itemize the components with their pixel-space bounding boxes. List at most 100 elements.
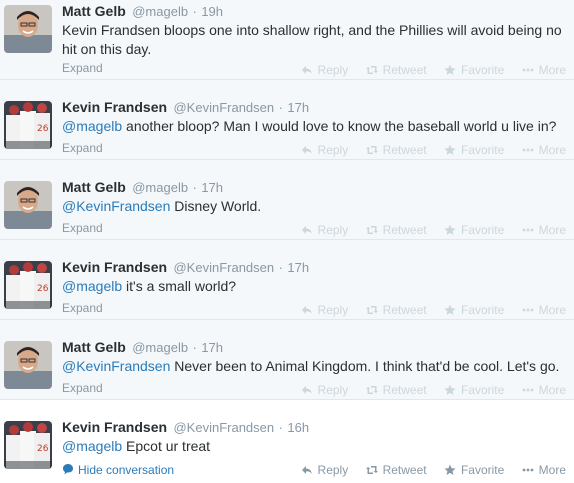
screen-name[interactable]: @magelb	[132, 4, 188, 19]
retweet-icon	[365, 144, 378, 156]
screen-name[interactable]: @magelb	[132, 340, 188, 355]
tweet-text: @magelb Epcot ur treat	[62, 437, 567, 456]
timestamp[interactable]: 16h	[287, 420, 309, 435]
favorite-button[interactable]: Favorite	[444, 382, 504, 398]
tweet-body: Never been to Animal Kingdom. I think th…	[170, 358, 560, 374]
retweet-button[interactable]: Retweet	[365, 302, 427, 318]
tweet[interactable]: 26 Kevin Frandsen @KevinFrandsen · 17h @…	[0, 240, 574, 320]
reply-arrow-icon	[301, 464, 313, 476]
fullname[interactable]: Kevin Frandsen	[62, 259, 167, 275]
tweet-body: Disney World.	[170, 198, 262, 214]
more-button[interactable]: More	[522, 302, 566, 318]
tweet[interactable]: Matt Gelb @magelb · 19h Kevin Frandsen b…	[0, 0, 574, 80]
star-icon	[444, 144, 456, 156]
tweet-actions: Reply Retweet Favorite More	[287, 382, 566, 398]
reply-button[interactable]: Reply	[301, 62, 348, 78]
star-icon	[444, 64, 456, 76]
favorite-button[interactable]: Favorite	[444, 302, 504, 318]
tweet-text: @magelb it's a small world?	[62, 277, 567, 296]
reply-arrow-icon	[301, 384, 313, 396]
fullname[interactable]: Matt Gelb	[62, 339, 126, 355]
avatar[interactable]	[4, 5, 52, 53]
favorite-button[interactable]: Favorite	[444, 62, 504, 78]
reply-arrow-icon	[301, 144, 313, 156]
reply-button[interactable]: Reply	[301, 142, 348, 158]
reply-button[interactable]: Reply	[301, 382, 348, 398]
star-icon	[444, 384, 456, 396]
reply-arrow-icon	[301, 224, 313, 236]
retweet-button[interactable]: Retweet	[365, 222, 427, 238]
tweet[interactable]: 26 Kevin Frandsen @KevinFrandsen · 17h @…	[0, 80, 574, 160]
screen-name[interactable]: @magelb	[132, 180, 188, 195]
screen-name[interactable]: @KevinFrandsen	[173, 420, 274, 435]
tweet[interactable]: 26 Kevin Frandsen @KevinFrandsen · 16h @…	[0, 400, 574, 483]
timestamp[interactable]: 17h	[287, 260, 309, 275]
screen-name[interactable]: @KevinFrandsen	[173, 100, 274, 115]
separator-dot: ·	[278, 260, 283, 275]
tweet-text: @magelb another bloop? Man I would love …	[62, 117, 567, 136]
tweet-header: Matt Gelb @magelb · 19h	[62, 2, 574, 20]
mention-link[interactable]: @magelb	[62, 438, 122, 454]
retweet-button[interactable]: Retweet	[365, 382, 427, 398]
mention-link[interactable]: @magelb	[62, 118, 122, 134]
separator-dot: ·	[192, 180, 197, 195]
retweet-button[interactable]: Retweet	[365, 142, 427, 158]
tweet[interactable]: Matt Gelb @magelb · 17h @KevinFrandsen D…	[0, 160, 574, 240]
timestamp[interactable]: 17h	[201, 340, 223, 355]
fullname[interactable]: Kevin Frandsen	[62, 99, 167, 115]
retweet-icon	[365, 224, 378, 236]
tweet-actions: Reply Retweet Favorite More	[287, 62, 566, 78]
more-dots-icon	[522, 224, 534, 236]
fullname[interactable]: Kevin Frandsen	[62, 419, 167, 435]
favorite-button[interactable]: Favorite	[444, 142, 504, 158]
tweet-text: Kevin Frandsen bloops one into shallow r…	[62, 21, 567, 59]
tweet[interactable]: Matt Gelb @magelb · 17h @KevinFrandsen N…	[0, 320, 574, 400]
separator-dot: ·	[278, 100, 283, 115]
star-icon	[444, 464, 456, 476]
tweet-body: it's a small world?	[122, 278, 237, 294]
more-dots-icon	[522, 384, 534, 396]
mention-link[interactable]: @KevinFrandsen	[62, 198, 170, 214]
tweet-actions: Reply Retweet Favorite More	[287, 222, 566, 238]
retweet-icon	[365, 64, 378, 76]
more-button[interactable]: More	[522, 462, 566, 478]
reply-button[interactable]: Reply	[301, 462, 348, 478]
separator-dot: ·	[278, 420, 283, 435]
separator-dot: ·	[192, 340, 197, 355]
tweet-actions: Reply Retweet Favorite More	[287, 462, 566, 478]
timestamp[interactable]: 17h	[287, 100, 309, 115]
star-icon	[444, 304, 456, 316]
timestamp[interactable]: 19h	[201, 4, 223, 19]
tweet-body: Kevin Frandsen bloops one into shallow r…	[62, 22, 562, 57]
tweet-body: Epcot ur treat	[122, 438, 211, 454]
more-button[interactable]: More	[522, 142, 566, 158]
more-button[interactable]: More	[522, 382, 566, 398]
timestamp[interactable]: 17h	[201, 180, 223, 195]
reply-arrow-icon	[301, 64, 313, 76]
tweet-actions: Reply Retweet Favorite More	[287, 302, 566, 318]
mention-link[interactable]: @KevinFrandsen	[62, 358, 170, 374]
fullname[interactable]: Matt Gelb	[62, 3, 126, 19]
svg-text:26: 26	[37, 124, 49, 134]
reply-button[interactable]: Reply	[301, 302, 348, 318]
more-dots-icon	[522, 464, 534, 476]
svg-text:26: 26	[37, 284, 49, 294]
screen-name[interactable]: @KevinFrandsen	[173, 260, 274, 275]
mention-link[interactable]: @magelb	[62, 278, 122, 294]
reply-button[interactable]: Reply	[301, 222, 348, 238]
favorite-button[interactable]: Favorite	[444, 222, 504, 238]
retweet-icon	[365, 384, 378, 396]
more-dots-icon	[522, 64, 534, 76]
favorite-button[interactable]: Favorite	[444, 462, 504, 478]
tweet-body: another bloop? Man I would love to know …	[122, 118, 557, 134]
tweet-text: @KevinFrandsen Never been to Animal King…	[62, 357, 567, 376]
separator-dot: ·	[192, 4, 197, 19]
retweet-button[interactable]: Retweet	[365, 62, 427, 78]
more-dots-icon	[522, 144, 534, 156]
more-button[interactable]: More	[522, 222, 566, 238]
retweet-button[interactable]: Retweet	[365, 462, 427, 478]
more-button[interactable]: More	[522, 62, 566, 78]
tweet-actions: Reply Retweet Favorite More	[287, 142, 566, 158]
fullname[interactable]: Matt Gelb	[62, 179, 126, 195]
retweet-icon	[365, 304, 378, 316]
